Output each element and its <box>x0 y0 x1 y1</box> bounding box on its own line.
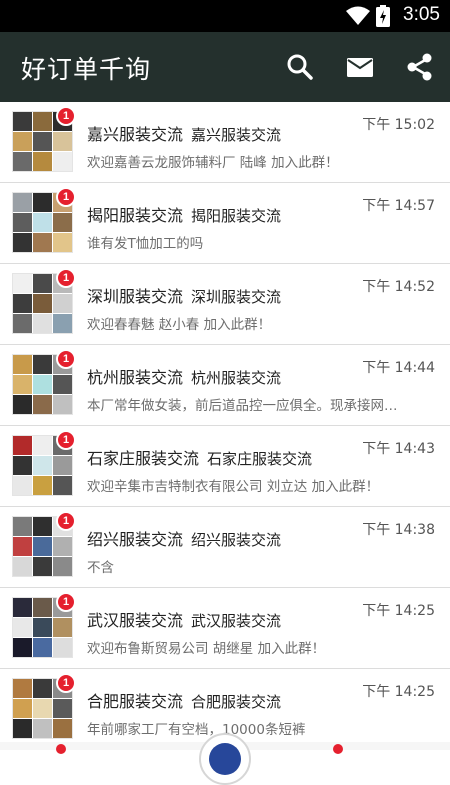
group-subtitle: 嘉兴服装交流 <box>191 126 282 144</box>
group-name: 揭阳服装交流 揭阳服装交流 <box>87 202 281 226</box>
unread-badge: 1 <box>56 349 76 369</box>
group-title: 嘉兴服装交流 <box>87 125 184 144</box>
wifi-icon <box>346 6 370 30</box>
unread-badge: 1 <box>56 673 76 693</box>
message-preview: 本厂常年做女装，前后道品控一应俱全。现承接网… <box>87 398 398 414</box>
message-time: 下午 14:38 <box>362 522 435 538</box>
center-nav-icon <box>209 743 241 775</box>
nav-badge <box>333 744 343 754</box>
group-subtitle: 石家庄服装交流 <box>207 450 313 468</box>
app-title: 好订单千询 <box>21 55 152 84</box>
center-nav-button[interactable] <box>199 733 251 785</box>
conversation-row[interactable]: 1 揭阳服装交流 揭阳服装交流 下午 14:57 谁有发T恤加工的吗 <box>0 183 450 264</box>
message-time: 下午 14:44 <box>362 360 435 376</box>
group-subtitle: 揭阳服装交流 <box>191 207 282 225</box>
message-time: 下午 14:25 <box>362 684 435 700</box>
message-preview: 年前哪家工厂有空档，10000条短裤 <box>87 722 306 738</box>
app-bar: 好订单千询 <box>0 32 450 102</box>
group-name: 深圳服装交流 深圳服装交流 <box>87 283 281 307</box>
search-icon[interactable] <box>285 52 315 82</box>
group-name: 武汉服装交流 武汉服装交流 <box>87 607 281 631</box>
unread-badge: 1 <box>56 106 76 126</box>
group-title: 揭阳服装交流 <box>87 206 184 225</box>
group-name: 石家庄服装交流 石家庄服装交流 <box>87 445 312 469</box>
group-name: 杭州服装交流 杭州服装交流 <box>87 364 281 388</box>
group-subtitle: 杭州服装交流 <box>191 369 282 387</box>
status-bar: 3:05 <box>0 0 450 32</box>
conversation-row[interactable]: 1 石家庄服装交流 石家庄服装交流 下午 14:43 欢迎辛集市吉特制衣有限公司 … <box>0 426 450 507</box>
group-title: 武汉服装交流 <box>87 611 184 630</box>
nav-badge <box>56 744 66 754</box>
message-time: 下午 14:57 <box>362 198 435 214</box>
mail-icon[interactable] <box>345 52 375 82</box>
group-subtitle: 绍兴服装交流 <box>191 531 282 549</box>
unread-badge: 1 <box>56 430 76 450</box>
message-time: 下午 14:52 <box>362 279 435 295</box>
message-time: 下午 15:02 <box>362 117 435 133</box>
conversation-row[interactable]: 1 深圳服装交流 深圳服装交流 下午 14:52 欢迎春春魅 赵小春 加入此群！ <box>0 264 450 345</box>
message-preview: 不含 <box>87 560 114 576</box>
message-preview: 欢迎辛集市吉特制衣有限公司 刘立达 加入此群！ <box>87 479 380 495</box>
group-subtitle: 深圳服装交流 <box>191 288 282 306</box>
group-title: 绍兴服装交流 <box>87 530 184 549</box>
group-title: 合肥服装交流 <box>87 692 184 711</box>
conversation-row[interactable]: 1 嘉兴服装交流 嘉兴服装交流 下午 15:02 欢迎嘉善云龙服饰辅料厂 陆峰 加… <box>0 102 450 183</box>
message-preview: 欢迎春春魅 赵小春 加入此群！ <box>87 317 272 333</box>
message-time: 下午 14:43 <box>362 441 435 457</box>
group-title: 石家庄服装交流 <box>87 449 200 468</box>
group-subtitle: 合肥服装交流 <box>191 693 282 711</box>
message-preview: 谁有发T恤加工的吗 <box>87 236 204 252</box>
group-name: 绍兴服装交流 绍兴服装交流 <box>87 526 281 550</box>
unread-badge: 1 <box>56 268 76 288</box>
group-title: 杭州服装交流 <box>87 368 184 387</box>
conversation-row[interactable]: 1 绍兴服装交流 绍兴服装交流 下午 14:38 不含 <box>0 507 450 588</box>
conversation-row[interactable]: 1 杭州服装交流 杭州服装交流 下午 14:44 本厂常年做女装，前后道品控一应俱… <box>0 345 450 426</box>
conversation-row[interactable]: 1 武汉服装交流 武汉服装交流 下午 14:25 欢迎布鲁斯贸易公司 胡继星 加入… <box>0 588 450 669</box>
conversation-list[interactable]: 1 嘉兴服装交流 嘉兴服装交流 下午 15:02 欢迎嘉善云龙服饰辅料厂 陆峰 加… <box>0 102 450 750</box>
unread-badge: 1 <box>56 592 76 612</box>
message-preview: 欢迎嘉善云龙服饰辅料厂 陆峰 加入此群！ <box>87 155 339 171</box>
group-name: 合肥服装交流 合肥服装交流 <box>87 688 281 712</box>
message-preview: 欢迎布鲁斯贸易公司 胡继星 加入此群！ <box>87 641 326 657</box>
unread-badge: 1 <box>56 511 76 531</box>
clock: 3:05 <box>403 4 440 25</box>
group-name: 嘉兴服装交流 嘉兴服装交流 <box>87 121 281 145</box>
unread-badge: 1 <box>56 187 76 207</box>
battery-charging-icon <box>376 5 390 31</box>
message-time: 下午 14:25 <box>362 603 435 619</box>
group-title: 深圳服装交流 <box>87 287 184 306</box>
share-icon[interactable] <box>405 52 435 82</box>
group-subtitle: 武汉服装交流 <box>191 612 282 630</box>
